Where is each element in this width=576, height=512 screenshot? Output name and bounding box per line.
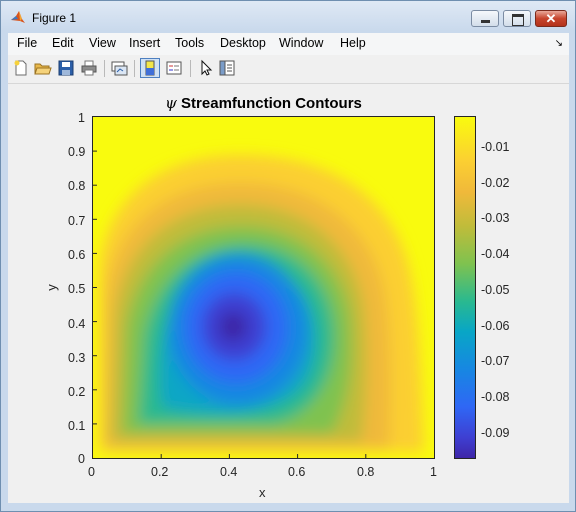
x-tick-label: 0.4 (220, 465, 238, 479)
menu-bar: File Edit View Insert Tools Desktop Wind… (8, 33, 569, 55)
y-tick-label: 0 (78, 452, 85, 466)
menu-window[interactable]: Window (279, 36, 323, 50)
psi-symbol: ψ (165, 94, 177, 112)
figure-canvas: ψ Streamfunction Contours 1 0.9 0.8 0.7 … (8, 84, 569, 503)
figure-client-area: File Edit View Insert Tools Desktop Wind… (8, 33, 569, 503)
x-tick-label: 0.2 (151, 465, 169, 479)
menu-desktop[interactable]: Desktop (220, 36, 266, 50)
y-tick-label: 0.2 (68, 385, 86, 399)
close-button[interactable]: ✕ (535, 10, 567, 27)
open-file-icon[interactable] (34, 59, 52, 77)
colorbar-tick-label: -0.02 (481, 176, 510, 190)
menu-edit[interactable]: Edit (52, 36, 74, 50)
maximize-button[interactable] (503, 10, 531, 27)
x-tick-label: 0.8 (357, 465, 375, 479)
colorbar-tick-label: -0.07 (481, 354, 510, 368)
y-tick-label: 0.3 (68, 351, 86, 365)
new-figure-icon[interactable] (12, 59, 30, 77)
minimize-icon (481, 20, 490, 23)
y-tick-label: 0.1 (68, 419, 86, 433)
colorbar-tick-label: -0.04 (481, 247, 510, 261)
colorbar-tick-label: -0.08 (481, 390, 510, 404)
colorbar-toggle-icon[interactable] (140, 58, 160, 78)
colorbar-tick-label: -0.05 (481, 283, 510, 297)
save-icon[interactable] (57, 59, 75, 77)
dock-arrow-icon[interactable]: ↘ (555, 38, 563, 49)
y-tick-label: 0.9 (68, 145, 86, 159)
menu-view[interactable]: View (89, 36, 116, 50)
print-icon[interactable] (80, 59, 98, 77)
y-tick-label: 0.8 (68, 179, 86, 193)
x-axis-label: x (259, 485, 266, 500)
colorbar-tick-label: -0.09 (481, 426, 510, 440)
menu-help[interactable]: Help (340, 36, 366, 50)
toolbar-separator (134, 60, 135, 77)
maximize-icon (512, 14, 524, 26)
colorbar-tick-label: -0.03 (481, 211, 510, 225)
y-tick-label: 0.4 (68, 317, 86, 331)
colorbar-tick-label: -0.01 (481, 140, 510, 154)
y-axis-label: y (43, 284, 59, 291)
property-inspector-icon[interactable] (218, 59, 236, 77)
legend-toggle-icon[interactable] (165, 59, 183, 77)
plot-title-text: Streamfunction Contours (181, 95, 362, 112)
plot-title: ψ Streamfunction Contours (92, 94, 435, 112)
title-bar[interactable]: Figure 1 ✕ (1, 1, 575, 33)
link-plot-icon[interactable] (110, 59, 128, 77)
y-tick-label: 0.7 (68, 214, 86, 228)
window-title: Figure 1 (32, 11, 77, 25)
minimize-button[interactable] (471, 10, 499, 27)
x-tick-label: 0.6 (288, 465, 306, 479)
menu-insert[interactable]: Insert (129, 36, 160, 50)
figure-window: Figure 1 ✕ File Edit View Insert Tools D… (0, 0, 576, 512)
x-tick-label: 0 (88, 465, 95, 479)
menu-tools[interactable]: Tools (175, 36, 204, 50)
y-tick-label: 0.5 (68, 282, 86, 296)
matlab-logo-icon (11, 11, 25, 23)
close-icon: ✕ (545, 11, 557, 26)
figure-toolbar (8, 55, 569, 84)
toolbar-separator (190, 60, 191, 77)
y-tick-label: 0.6 (68, 248, 86, 262)
toolbar-separator (104, 60, 105, 77)
colorbar[interactable] (454, 116, 476, 459)
streamfunction-contour-plot (93, 117, 434, 458)
edit-plot-arrow-icon[interactable] (197, 59, 215, 77)
plot-axes[interactable] (92, 116, 435, 459)
contour-level-10 (219, 311, 248, 342)
menu-file[interactable]: File (17, 36, 37, 50)
colorbar-tick-label: -0.06 (481, 319, 510, 333)
x-tick-label: 1 (430, 465, 437, 479)
y-tick-label: 1 (78, 111, 85, 125)
